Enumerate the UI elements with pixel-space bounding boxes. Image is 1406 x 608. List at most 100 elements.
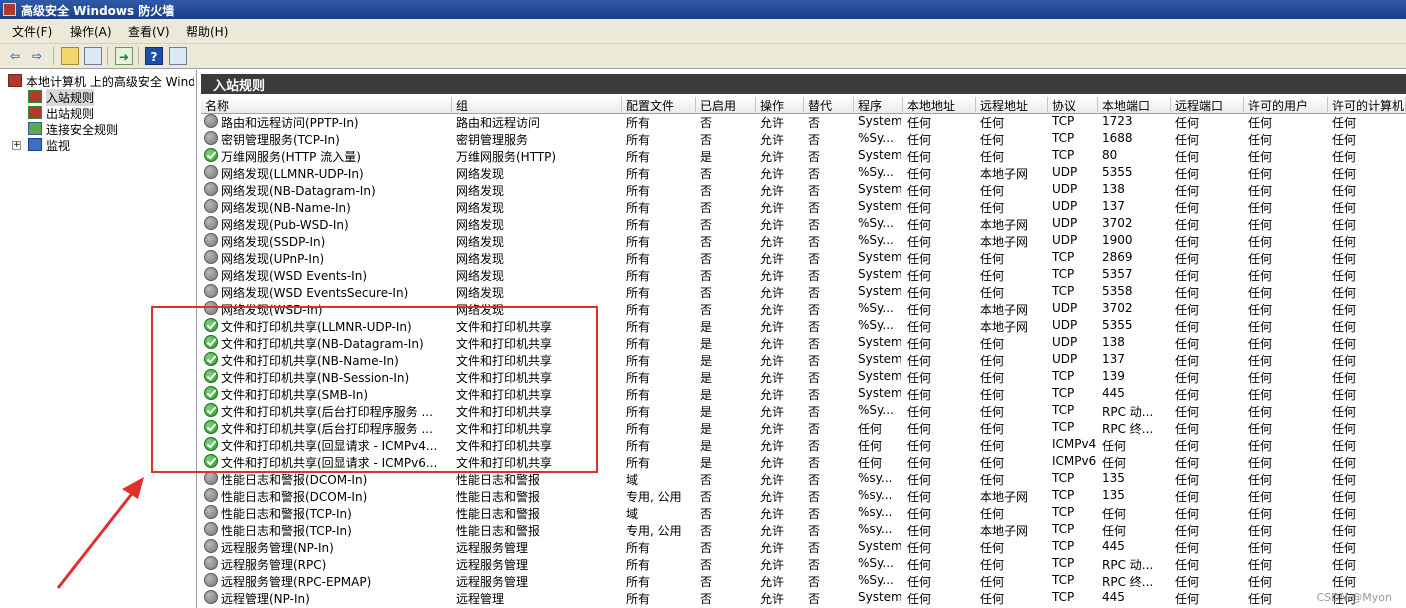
show-hide-tree-icon[interactable]	[84, 47, 102, 65]
table-row[interactable]: 远程服务管理(RPC-EPMAP) 远程服务管理 所有 否 允许 否 %Sy... 任何 任何 T…	[201, 572, 1406, 589]
cell-program: System	[858, 182, 901, 196]
cell-local-port: 任何	[1102, 507, 1127, 521]
column-header-local-port[interactable]: 本地端口	[1098, 97, 1171, 112]
cell-override: 否	[808, 592, 821, 606]
menu-help[interactable]: 帮助(H)	[186, 23, 228, 40]
cell-action: 允许	[760, 592, 785, 606]
column-header-name[interactable]: 名称	[201, 97, 452, 112]
cell-profile: 所有	[626, 405, 651, 419]
cell-local-port: 139	[1102, 369, 1125, 383]
menu-view[interactable]: 查看(V)	[128, 23, 170, 40]
column-header-remote-address[interactable]: 远程地址	[976, 97, 1048, 112]
cell-program: System	[858, 148, 901, 162]
cell-enabled: 否	[700, 303, 713, 317]
cell-action: 允许	[760, 439, 785, 453]
cell-enabled: 否	[700, 116, 713, 130]
cell-local-port: 135	[1102, 471, 1125, 485]
back-arrow-icon[interactable]: ⇦	[6, 47, 24, 65]
cell-action: 允许	[760, 167, 785, 181]
toolbar-separator	[138, 47, 139, 65]
cell-remote-port: 任何	[1175, 507, 1200, 521]
cell-override: 否	[808, 184, 821, 198]
cell-local-port: 5355	[1102, 165, 1133, 179]
export-list-icon[interactable]: ➜	[115, 47, 133, 65]
cell-action: 允许	[760, 201, 785, 215]
column-header-allowed-users[interactable]: 许可的用户	[1244, 97, 1328, 112]
column-header-action[interactable]: 操作	[756, 97, 804, 112]
column-header-remote-port[interactable]: 远程端口	[1171, 97, 1244, 112]
cell-program: %Sy...	[858, 131, 894, 145]
up-folder-icon[interactable]	[61, 47, 79, 65]
cell-profile: 所有	[626, 269, 651, 283]
table-row[interactable]: 远程管理(NP-In) 远程管理 所有 否 允许 否 System 任何 任何 TCP 445 任何 任…	[201, 589, 1406, 606]
column-header-group[interactable]: 组	[452, 97, 622, 112]
cell-override: 否	[808, 541, 821, 555]
cell-enabled: 否	[700, 218, 713, 232]
cell-enabled: 是	[700, 371, 713, 385]
cell-action: 允许	[760, 405, 785, 419]
expand-icon[interactable]: +	[12, 141, 21, 150]
cell-local-address: 任何	[907, 524, 932, 538]
cell-action: 允许	[760, 558, 785, 572]
cell-override: 否	[808, 133, 821, 147]
table-row[interactable]: 网络发现(NB-Name-In) 网络发现 所有 否 允许 否 System 任何 任何 UDP 1…	[201, 198, 1406, 215]
watermark: CSDN @Myon⁠	[1316, 591, 1392, 604]
table-row[interactable]: 性能日志和警报(TCP-In) 性能日志和警报 域 否 允许 否 %sy... 任何 任何 TCP…	[201, 504, 1406, 521]
cell-remote-port: 任何	[1175, 371, 1200, 385]
cell-group: 性能日志和警报	[456, 490, 541, 504]
rule-disabled-icon	[204, 488, 218, 502]
table-row[interactable]: 网络发现(Pub-WSD-In) 网络发现 所有 否 允许 否 %Sy... 任何 本地子网 UD…	[201, 215, 1406, 232]
table-row[interactable]: 万维网服务(HTTP 流入量) 万维网服务(HTTP) 所有 是 允许 否 System 任何…	[201, 147, 1406, 164]
tree-item-label: 连接安全规则	[46, 123, 119, 137]
cell-name: 远程服务管理(RPC)	[221, 558, 327, 572]
table-row[interactable]: 网络发现(NB-Datagram-In) 网络发现 所有 否 允许 否 System 任何 任何…	[201, 181, 1406, 198]
cell-local-port: 137	[1102, 352, 1125, 366]
table-row[interactable]: 性能日志和警报(DCOM-In) 性能日志和警报 专用, 公用 否 允许 否 %sy... 任…	[201, 487, 1406, 504]
tree-root[interactable]: 本地计算机 上的高级安全 Windows 防火墙	[8, 73, 194, 89]
cell-local-port: 3702	[1102, 216, 1133, 230]
cell-enabled: 是	[700, 337, 713, 351]
content-header: 入站规则	[201, 74, 1406, 94]
cell-enabled: 否	[700, 167, 713, 181]
table-header: 名称组配置文件 已启用 操作 替代 程序 本地地址 远程地址 协议 本地端口 远程端口 许可的用户许…	[201, 96, 1406, 114]
column-header-enabled[interactable]: 已启用	[696, 97, 756, 112]
cell-profile: 所有	[626, 388, 651, 402]
rule-disabled-icon	[204, 131, 218, 145]
column-header-override[interactable]: 替代	[804, 97, 854, 112]
table-row[interactable]: 远程服务管理(RPC) 远程服务管理 所有 否 允许 否 %Sy... 任何 任何 TCP RPC …	[201, 555, 1406, 572]
table-row[interactable]: 密钥管理服务(TCP-In) 密钥管理服务 所有 否 允许 否 %Sy... 任何 任何 TCP 1…	[201, 130, 1406, 147]
properties-icon[interactable]	[169, 47, 187, 65]
table-row[interactable]: 网络发现(UPnP-In) 网络发现 所有 否 允许 否 System 任何 任何 TCP 2869…	[201, 249, 1406, 266]
column-header-allowed-computers[interactable]: 许可的计算机	[1328, 97, 1406, 112]
cell-action: 允许	[760, 235, 785, 249]
cell-local-port: 1723	[1102, 114, 1133, 128]
cell-name: 网络发现(Pub-WSD-In)	[221, 218, 349, 232]
cell-profile: 所有	[626, 456, 651, 470]
menu-action[interactable]: 操作(A)	[70, 23, 112, 40]
cell-allowed-computers: 任何	[1332, 456, 1357, 470]
cell-profile: 所有	[626, 422, 651, 436]
cell-profile: 所有	[626, 337, 651, 351]
table-row[interactable]: 网络发现(LLMNR-UDP-In) 网络发现 所有 否 允许 否 %Sy... 任何 本地子网…	[201, 164, 1406, 181]
column-header-program[interactable]: 程序	[854, 97, 903, 112]
column-header-local-address[interactable]: 本地地址	[903, 97, 976, 112]
cell-allowed-computers: 任何	[1332, 201, 1357, 215]
cell-local-port: 138	[1102, 335, 1125, 349]
cell-action: 允许	[760, 490, 785, 504]
help-icon[interactable]: ?	[145, 47, 163, 65]
cell-enabled: 是	[700, 150, 713, 164]
table-row[interactable]: 路由和远程访问(PPTP-In) 路由和远程访问 所有 否 允许 否 System 任何 任何 T…	[201, 113, 1406, 130]
cell-override: 否	[808, 354, 821, 368]
table-row[interactable]: 远程服务管理(NP-In) 远程服务管理 所有 否 允许 否 System 任何 任何 TCP 44…	[201, 538, 1406, 555]
rule-disabled-icon	[204, 505, 218, 519]
column-header-profile[interactable]: 配置文件	[622, 97, 696, 112]
menu-file[interactable]: 文件(F)	[12, 23, 52, 40]
table-row[interactable]: 网络发现(WSD EventsSecure-In) 网络发现 所有 否 允许 否 Syste…	[201, 283, 1406, 300]
table-row[interactable]: 网络发现(SSDP-In) 网络发现 所有 否 允许 否 %Sy... 任何 本地子网 UDP 19…	[201, 232, 1406, 249]
table-row[interactable]: 性能日志和警报(TCP-In) 性能日志和警报 专用, 公用 否 允许 否 %sy... 任何…	[201, 521, 1406, 538]
cell-local-address: 任何	[907, 354, 932, 368]
cell-action: 允许	[760, 524, 785, 538]
forward-arrow-icon[interactable]: ⇨	[28, 47, 46, 65]
table-row[interactable]: 网络发现(WSD Events-In) 网络发现 所有 否 允许 否 System 任何 任何 T…	[201, 266, 1406, 283]
column-header-protocol[interactable]: 协议	[1048, 97, 1098, 112]
